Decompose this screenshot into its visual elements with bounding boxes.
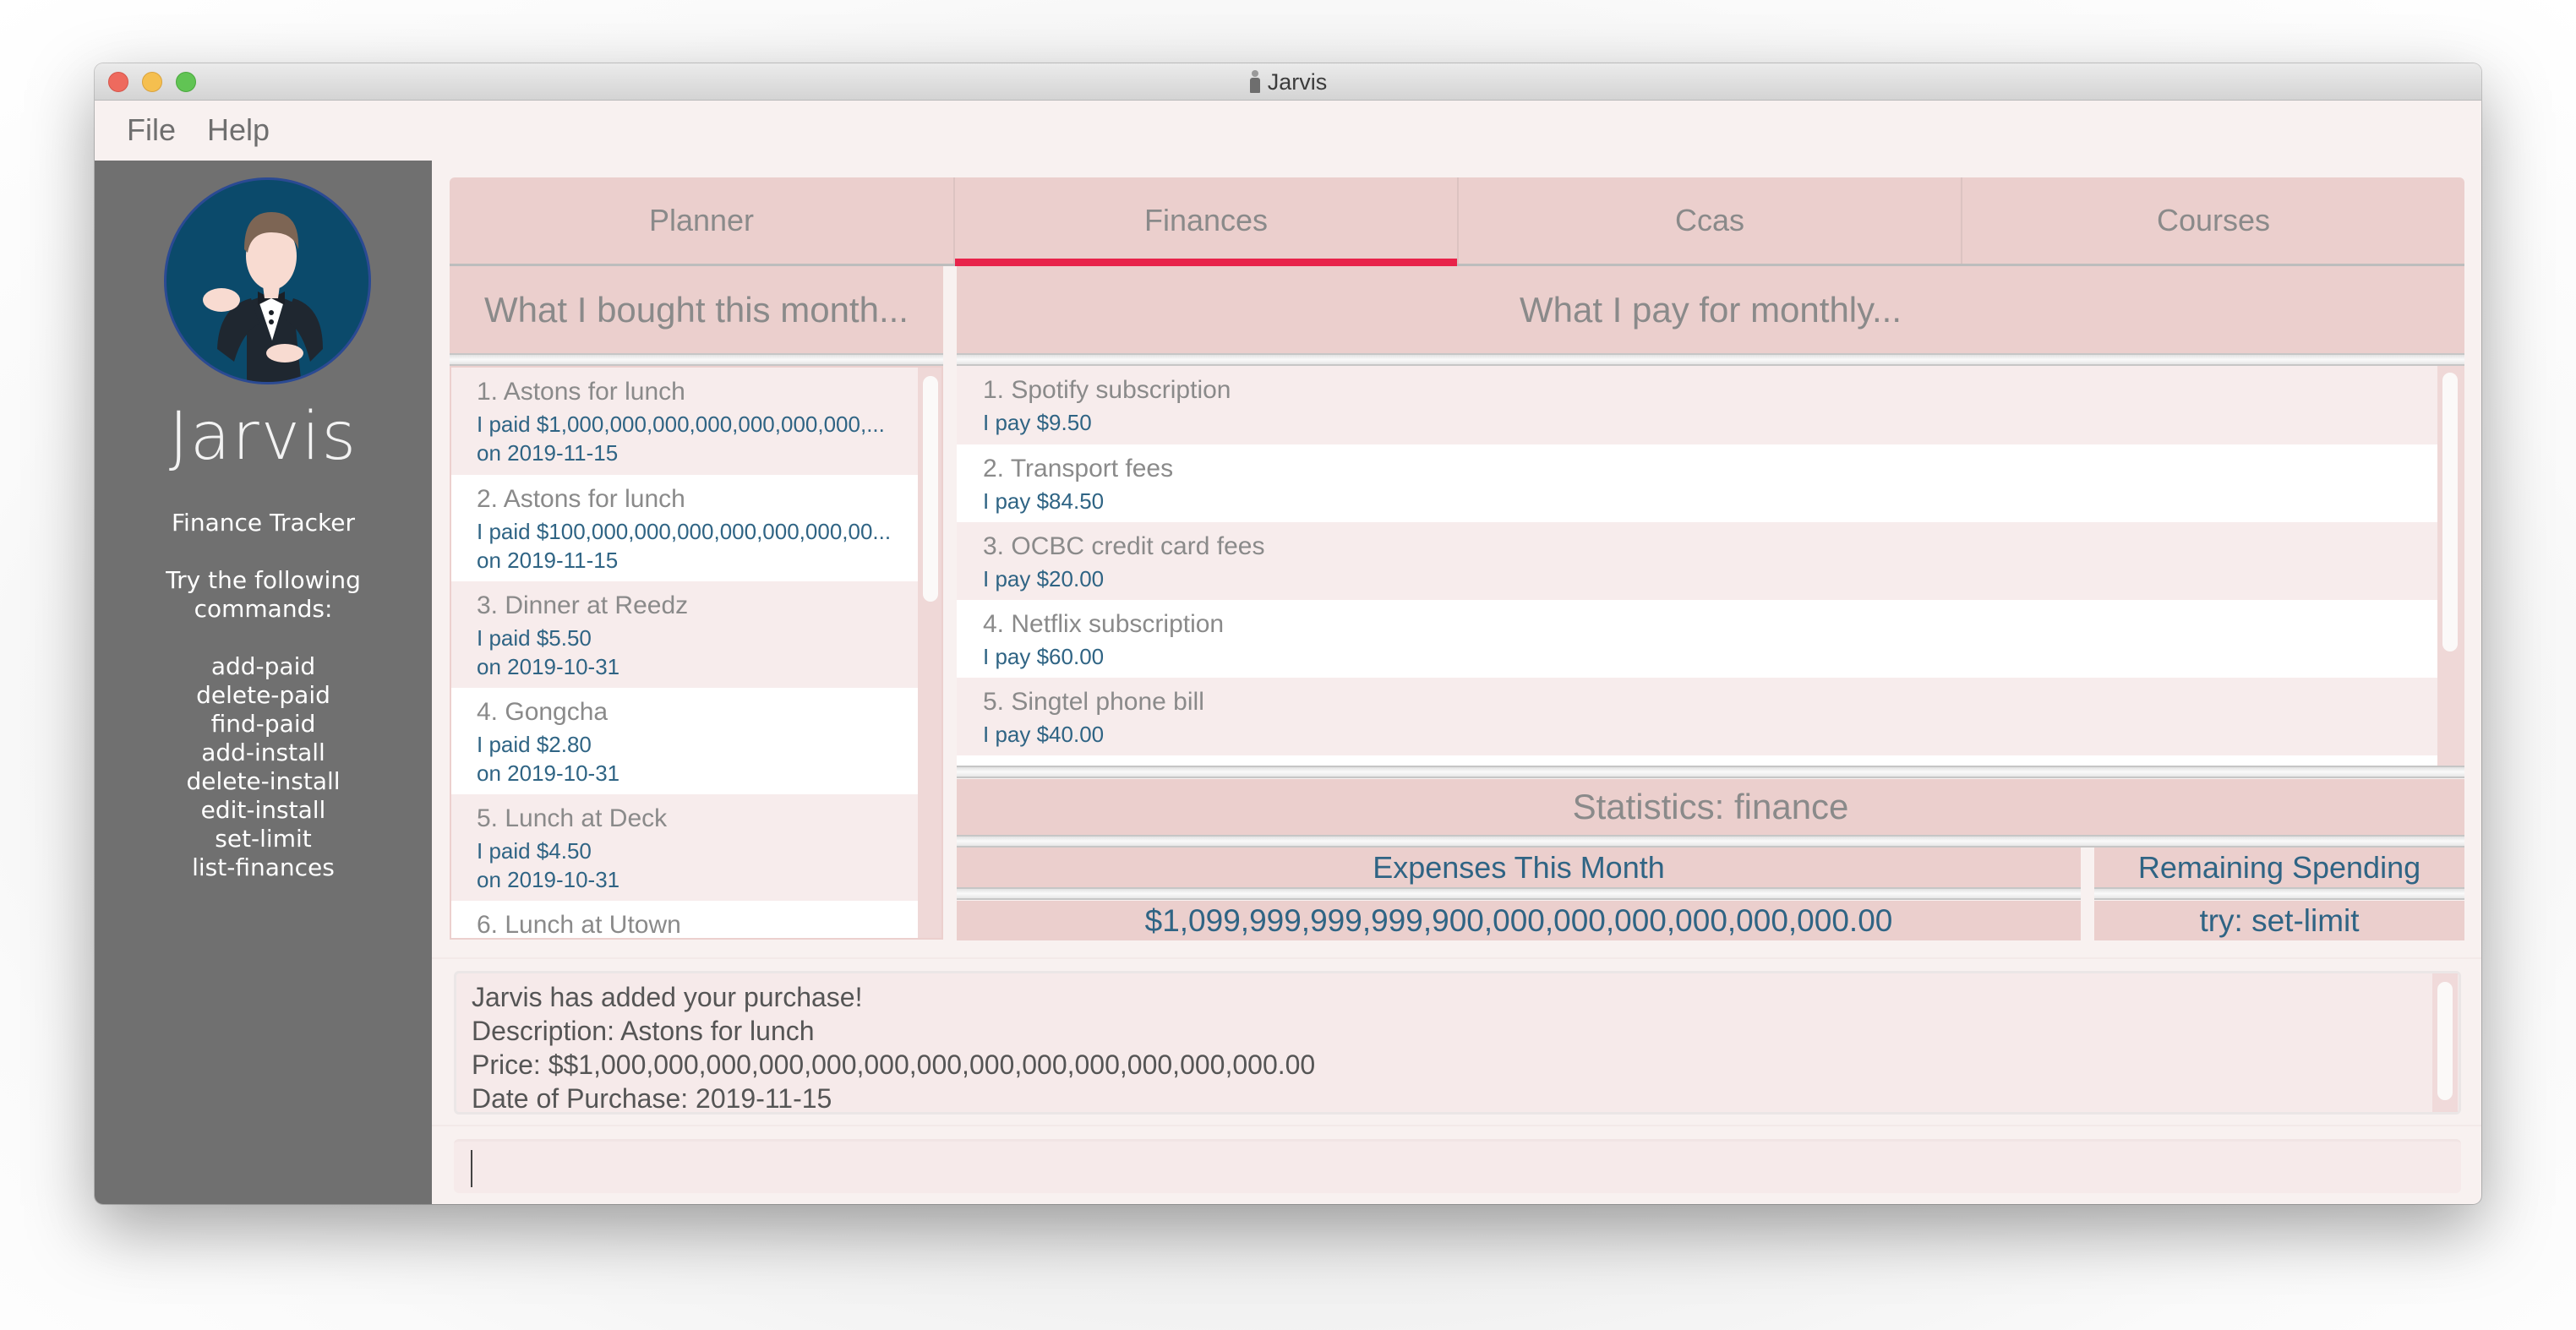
list-item[interactable]: 6. Lunch at Utown bbox=[451, 901, 941, 938]
command-hint: delete-paid bbox=[196, 681, 330, 709]
divider bbox=[2094, 887, 2464, 900]
list-item[interactable]: 2. Transport fees I pay $84.50 bbox=[957, 444, 2437, 522]
command-hint: set-limit bbox=[215, 825, 312, 853]
result-display: Jarvis has added your purchase! Descript… bbox=[454, 971, 2461, 1115]
remaining-value: try: set-limit bbox=[2094, 901, 2464, 940]
butler-avatar bbox=[164, 177, 371, 384]
expenses-value: $1,099,999,999,999,900,000,000,000,000,0… bbox=[957, 901, 2081, 940]
list-item[interactable]: 2. Astons for lunch I paid $100,000,000,… bbox=[451, 475, 941, 581]
list-item[interactable]: 1. Astons for lunch I paid $1,000,000,00… bbox=[451, 368, 941, 475]
tab-pane: Planner Finances Ccas Courses What I bou… bbox=[450, 177, 2464, 940]
sidebar-hint-line2: commands: bbox=[194, 595, 333, 623]
divider bbox=[957, 766, 2464, 778]
list-item[interactable]: 3. Dinner at Reedz I paid $5.50 on 2019-… bbox=[451, 581, 941, 688]
sidebar-hint-line1: Try the following bbox=[166, 566, 361, 594]
purchases-list: 1. Astons for lunch I paid $1,000,000,00… bbox=[450, 366, 943, 940]
command-input[interactable] bbox=[454, 1139, 2461, 1193]
tab-planner[interactable]: Planner bbox=[450, 177, 953, 264]
command-hint: delete-install bbox=[186, 767, 341, 795]
divider bbox=[957, 835, 2464, 848]
list-item[interactable]: 1. Spotify subscription I pay $9.50 bbox=[957, 366, 2437, 444]
list-item[interactable]: 3. OCBC credit card fees I pay $20.00 bbox=[957, 522, 2437, 600]
installments-header: What I pay for monthly... bbox=[957, 266, 2464, 353]
divider bbox=[957, 353, 2464, 366]
purchases-header: What I bought this month... bbox=[450, 266, 943, 353]
scrollbar-thumb[interactable] bbox=[2437, 982, 2453, 1100]
result-scrollbar[interactable] bbox=[2432, 973, 2458, 1112]
list-item[interactable]: 4. Gongcha I paid $2.80 on 2019-10-31 bbox=[451, 688, 941, 794]
result-line: Jarvis has added your purchase! bbox=[472, 982, 863, 1012]
butler-icon bbox=[1249, 70, 1261, 94]
menu-help[interactable]: Help bbox=[207, 112, 270, 148]
command-hint: list-finances bbox=[192, 853, 335, 881]
tab-bar: Planner Finances Ccas Courses bbox=[450, 177, 2464, 266]
title-bar: Jarvis bbox=[95, 63, 2481, 101]
divider bbox=[450, 353, 943, 366]
remaining-label: Remaining Spending bbox=[2094, 848, 2464, 887]
brand-name: Jarvis bbox=[168, 399, 358, 475]
statistics-title: Statistics: finance bbox=[957, 779, 2464, 835]
installments-scrollbar[interactable] bbox=[2437, 366, 2464, 766]
sidebar: Jarvis Finance Tracker Try the following… bbox=[95, 161, 432, 1204]
butler-icon bbox=[203, 212, 323, 382]
command-hint: edit-install bbox=[200, 796, 326, 824]
list-item[interactable]: 5. Singtel phone bill I pay $40.00 bbox=[957, 678, 2437, 755]
purchases-scrollbar[interactable] bbox=[918, 368, 941, 938]
tab-courses[interactable]: Courses bbox=[1961, 177, 2464, 264]
app-window: Jarvis File Help Jarvis Finance Tracker … bbox=[95, 63, 2481, 1204]
divider bbox=[957, 887, 2081, 900]
command-hint: find-paid bbox=[210, 710, 316, 738]
text-caret bbox=[471, 1150, 472, 1187]
list-item[interactable]: 5. Lunch at Deck I paid $4.50 on 2019-10… bbox=[451, 794, 941, 901]
sidebar-subtitle: Finance Tracker bbox=[171, 509, 356, 537]
command-hint: add-paid bbox=[210, 652, 316, 680]
menu-file[interactable]: File bbox=[127, 112, 176, 148]
scrollbar-thumb[interactable] bbox=[923, 376, 938, 602]
result-line: Description: Astons for lunch bbox=[472, 1016, 815, 1046]
command-hint: add-install bbox=[201, 739, 325, 766]
scrollbar-thumb[interactable] bbox=[2442, 373, 2458, 651]
installments-list: 1. Spotify subscription I pay $9.50 2. T… bbox=[957, 366, 2464, 766]
result-line: Date of Purchase: 2019-11-15 bbox=[472, 1083, 832, 1114]
result-line: Price: $$1,000,000,000,000,000,000,000,0… bbox=[472, 1049, 1316, 1080]
window-title: Jarvis bbox=[1267, 68, 1328, 95]
menu-bar: File Help bbox=[95, 101, 2481, 161]
expenses-label: Expenses This Month bbox=[957, 848, 2081, 887]
tab-ccas[interactable]: Ccas bbox=[1457, 177, 1961, 264]
tab-finances[interactable]: Finances bbox=[953, 177, 1457, 266]
list-item[interactable]: 4. Netflix subscription I pay $60.00 bbox=[957, 600, 2437, 678]
